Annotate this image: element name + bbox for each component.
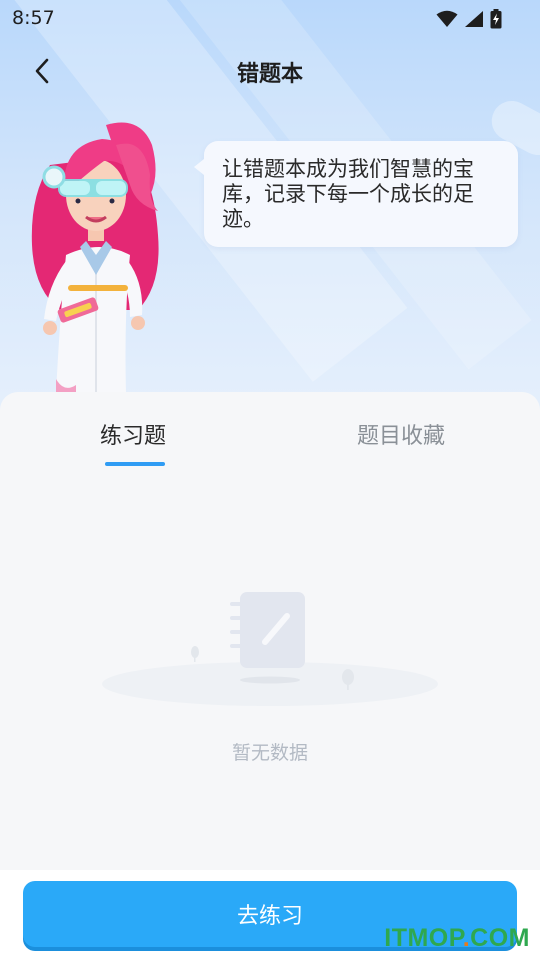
watermark-brand: ITMOP [384, 924, 463, 952]
tab-practice[interactable]: 练习题 [100, 418, 166, 450]
signal-icon [465, 11, 483, 27]
mascot-illustration [31, 122, 159, 393]
tab-favorites[interactable]: 题目收藏 [357, 418, 445, 450]
watermark-tld: COM [470, 924, 530, 952]
wifi-icon [436, 10, 458, 27]
empty-state-text: 暂无数据 [231, 742, 308, 764]
battery-charging-icon [490, 9, 502, 29]
bubble-text: 让错题本成为我们智慧的宝库，记录下每一个成长的足迹。 [222, 157, 474, 231]
speech-bubble: 让错题本成为我们智慧的宝库，记录下每一个成长的足迹。 [194, 141, 518, 247]
page-title: 错题本 [236, 62, 303, 87]
status-icons [436, 9, 502, 29]
notebook-pen-icon [230, 592, 305, 668]
status-bar: 8:57 [0, 0, 540, 36]
content-card: 练习题 题目收藏 暂无数据 [0, 392, 540, 870]
status-time: 8:57 [12, 7, 55, 29]
empty-state-illustration [102, 592, 438, 706]
tab-bar: 练习题 题目收藏 [0, 392, 540, 472]
tab-indicator [105, 462, 165, 466]
watermark: ITMOP.COM [384, 924, 530, 953]
tree-icon [191, 646, 199, 662]
